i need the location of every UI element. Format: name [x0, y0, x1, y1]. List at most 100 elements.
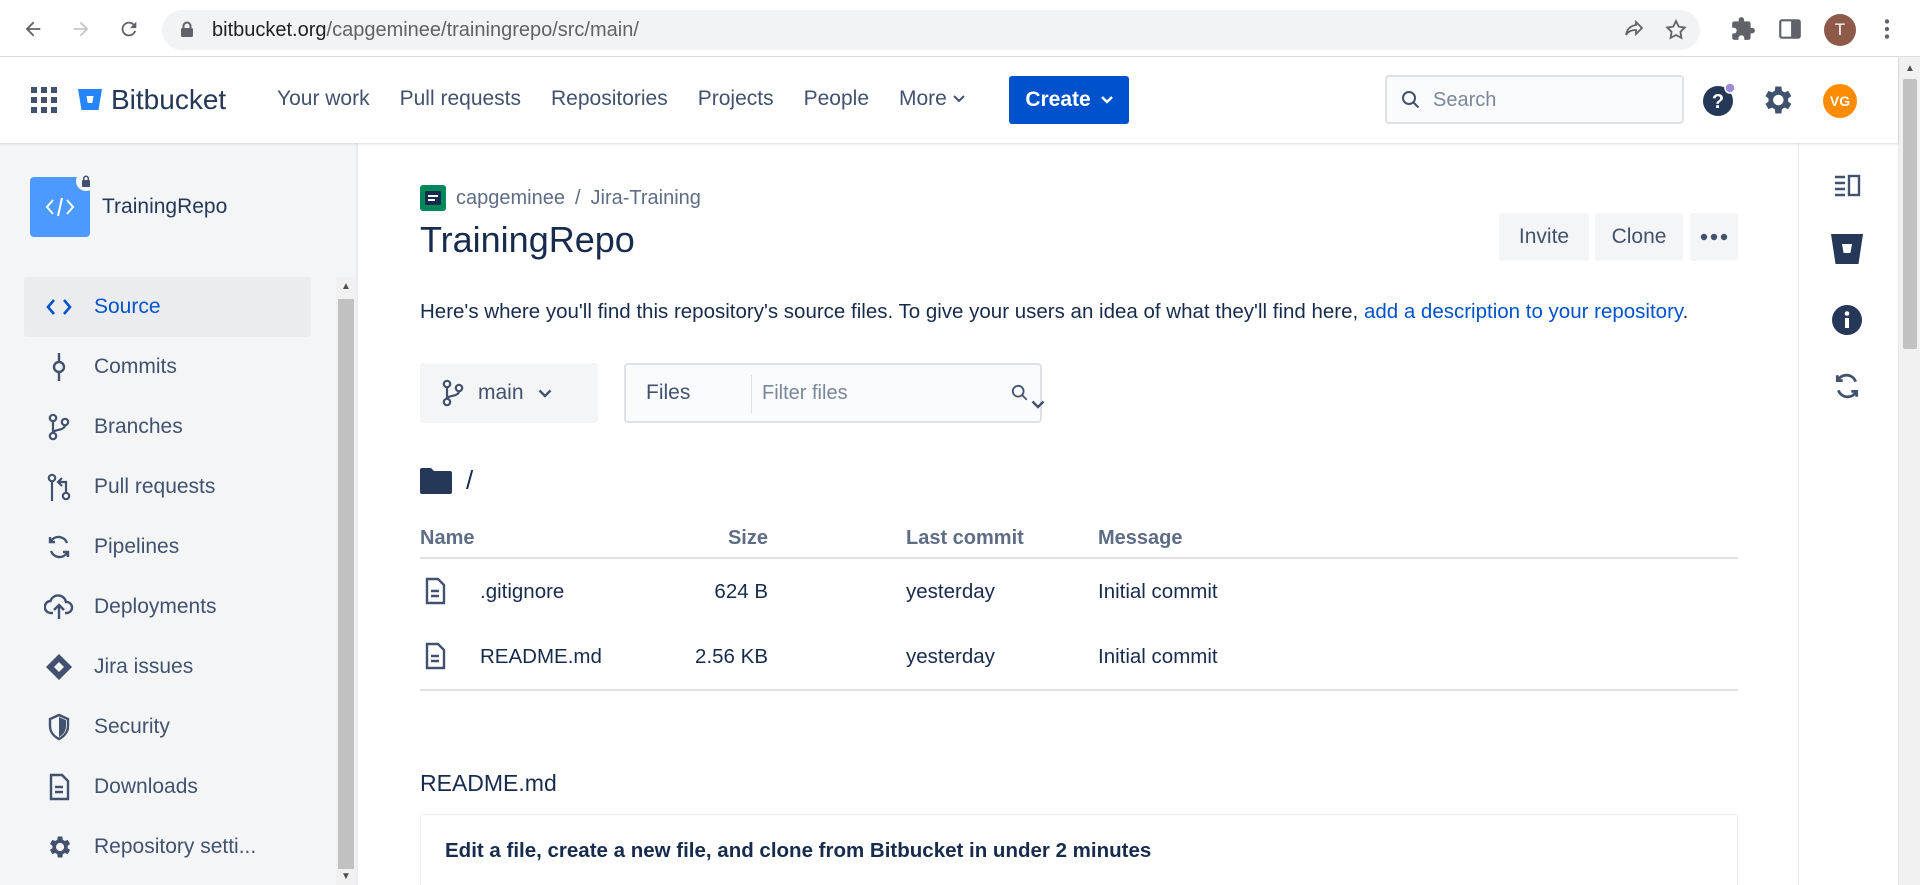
repo-avatar: [30, 171, 96, 237]
file-name[interactable]: README.md: [480, 645, 602, 669]
nav-repositories[interactable]: Repositories: [551, 87, 668, 111]
column-last-commit[interactable]: Last commit: [906, 527, 1024, 550]
search-input[interactable]: [1433, 86, 1673, 114]
create-button[interactable]: Create: [1009, 76, 1129, 124]
info-icon[interactable]: [1830, 303, 1864, 337]
nav-your-work[interactable]: Your work: [277, 87, 370, 111]
scroll-down-arrow[interactable]: ▼: [341, 871, 351, 882]
nav-pull-requests[interactable]: Pull requests: [400, 87, 521, 111]
private-lock-icon: [76, 171, 96, 191]
pull-request-icon: [47, 473, 71, 501]
toggle-sidebar-icon[interactable]: [1830, 168, 1864, 202]
sidebar-item-pull-requests[interactable]: Pull requests: [24, 457, 311, 517]
extensions-icon[interactable]: [1730, 16, 1756, 42]
browser-toolbar: bitbucket.org/capgeminee/trainingrepo/sr…: [0, 0, 1920, 57]
sidebar-item-security[interactable]: Security: [24, 697, 311, 757]
shield-icon: [48, 713, 70, 741]
file-filter: Files: [624, 363, 1045, 423]
code-icon: [45, 197, 75, 217]
main-content: capgeminee / Jira-Training TrainingRepo …: [360, 143, 1798, 885]
sidebar-item-source[interactable]: Source: [24, 277, 311, 337]
page-scrollbar[interactable]: ▲: [1898, 57, 1920, 885]
sidebar-item-label: Deployments: [94, 595, 217, 618]
nav-more[interactable]: More: [899, 87, 965, 111]
branch-selector[interactable]: main: [420, 363, 598, 423]
nav-more-label: More: [899, 87, 947, 110]
clone-button[interactable]: Clone: [1595, 213, 1683, 261]
user-avatar[interactable]: VG: [1823, 84, 1857, 118]
sidebar-item-deployments[interactable]: Deployments: [24, 577, 311, 637]
column-name[interactable]: Name: [420, 527, 474, 550]
sidebar-item-branches[interactable]: Branches: [24, 397, 311, 457]
folder-icon: [420, 467, 452, 494]
sidebar-item-label: Security: [94, 715, 170, 738]
sidebar-scroll-thumb[interactable]: [338, 299, 354, 869]
scroll-up-arrow[interactable]: ▲: [341, 281, 351, 292]
back-icon[interactable]: [18, 14, 48, 44]
side-panel-icon[interactable]: [1777, 16, 1803, 42]
readme-title: README.md: [420, 770, 557, 796]
column-size[interactable]: Size: [728, 527, 768, 550]
table-row[interactable]: README.md 2.56 KB yesterday Initial comm…: [420, 624, 1738, 689]
bitbucket-icon[interactable]: [1830, 232, 1864, 266]
sidebar-item-commits[interactable]: Commits: [24, 337, 311, 397]
sync-icon[interactable]: [1830, 369, 1864, 403]
browser-profile-avatar[interactable]: T: [1824, 14, 1856, 46]
page-scroll-up-arrow[interactable]: ▲: [1905, 63, 1915, 74]
bookmark-star-icon[interactable]: [1664, 18, 1688, 42]
help-icon[interactable]: ?: [1700, 82, 1736, 118]
sidebar-item-label: Pull requests: [94, 475, 216, 498]
sidebar-item-repository-settings[interactable]: Repository setti...: [24, 817, 311, 877]
sidebar-scrollbar[interactable]: ▲ ▼: [336, 277, 356, 885]
document-icon: [49, 773, 70, 801]
repo-header[interactable]: TrainingRepo: [30, 171, 227, 237]
breadcrumb: capgeminee / Jira-Training: [420, 185, 701, 211]
search-icon[interactable]: [1011, 384, 1029, 402]
file-message[interactable]: Initial commit: [1098, 580, 1218, 604]
breadcrumb-project[interactable]: Jira-Training: [591, 187, 701, 210]
nav-people[interactable]: People: [804, 87, 869, 111]
page-scroll-thumb[interactable]: [1903, 79, 1917, 349]
code-icon: [46, 299, 72, 315]
repo-description: Here's where you'll find this repository…: [420, 300, 1688, 324]
more-actions-button[interactable]: [1690, 213, 1738, 261]
invite-button[interactable]: Invite: [1499, 213, 1589, 261]
browser-menu-icon[interactable]: [1874, 16, 1900, 42]
pipelines-icon: [48, 535, 70, 559]
add-description-link[interactable]: add a description to your repository: [1364, 300, 1683, 323]
filter-files-input[interactable]: [762, 379, 992, 407]
sidebar-item-pipelines[interactable]: Pipelines: [24, 517, 311, 577]
more-horizontal-icon: [1700, 233, 1728, 241]
sidebar-item-label: Source: [94, 295, 161, 318]
search-icon: [1402, 91, 1420, 109]
description-end: .: [1682, 300, 1689, 323]
chevron-down-icon: [1031, 400, 1045, 409]
sidebar-item-jira-issues[interactable]: Jira issues: [24, 637, 311, 697]
share-icon[interactable]: [1622, 18, 1646, 42]
filter-type-dropdown[interactable]: Files: [646, 381, 1045, 409]
column-message[interactable]: Message: [1098, 527, 1183, 550]
settings-gear-icon[interactable]: [1759, 82, 1795, 118]
nav-projects[interactable]: Projects: [698, 87, 774, 111]
file-last-commit: yesterday: [906, 580, 995, 603]
table-row[interactable]: .gitignore 624 B yesterday Initial commi…: [420, 559, 1738, 624]
bitbucket-logo[interactable]: Bitbucket: [77, 84, 226, 116]
lock-icon: [181, 21, 193, 37]
file-name[interactable]: .gitignore: [480, 580, 564, 604]
chevron-down-icon: [953, 95, 965, 103]
file-icon: [425, 642, 446, 670]
create-button-label: Create: [1025, 88, 1091, 111]
breadcrumb-separator: /: [574, 186, 581, 209]
search-box[interactable]: [1385, 75, 1684, 124]
sidebar-item-label: Pipelines: [94, 535, 180, 558]
address-bar[interactable]: bitbucket.org/capgeminee/trainingrepo/sr…: [162, 10, 1700, 50]
jira-icon: [46, 654, 72, 680]
file-message[interactable]: Initial commit: [1098, 645, 1218, 669]
sidebar-item-downloads[interactable]: Downloads: [24, 757, 311, 817]
file-size: 624 B: [714, 580, 768, 603]
breadcrumb-workspace[interactable]: capgeminee: [456, 187, 565, 210]
path-root[interactable]: /: [466, 465, 473, 496]
forward-icon[interactable]: [66, 14, 96, 44]
reload-icon[interactable]: [114, 14, 144, 44]
app-switcher-icon[interactable]: [31, 87, 57, 113]
